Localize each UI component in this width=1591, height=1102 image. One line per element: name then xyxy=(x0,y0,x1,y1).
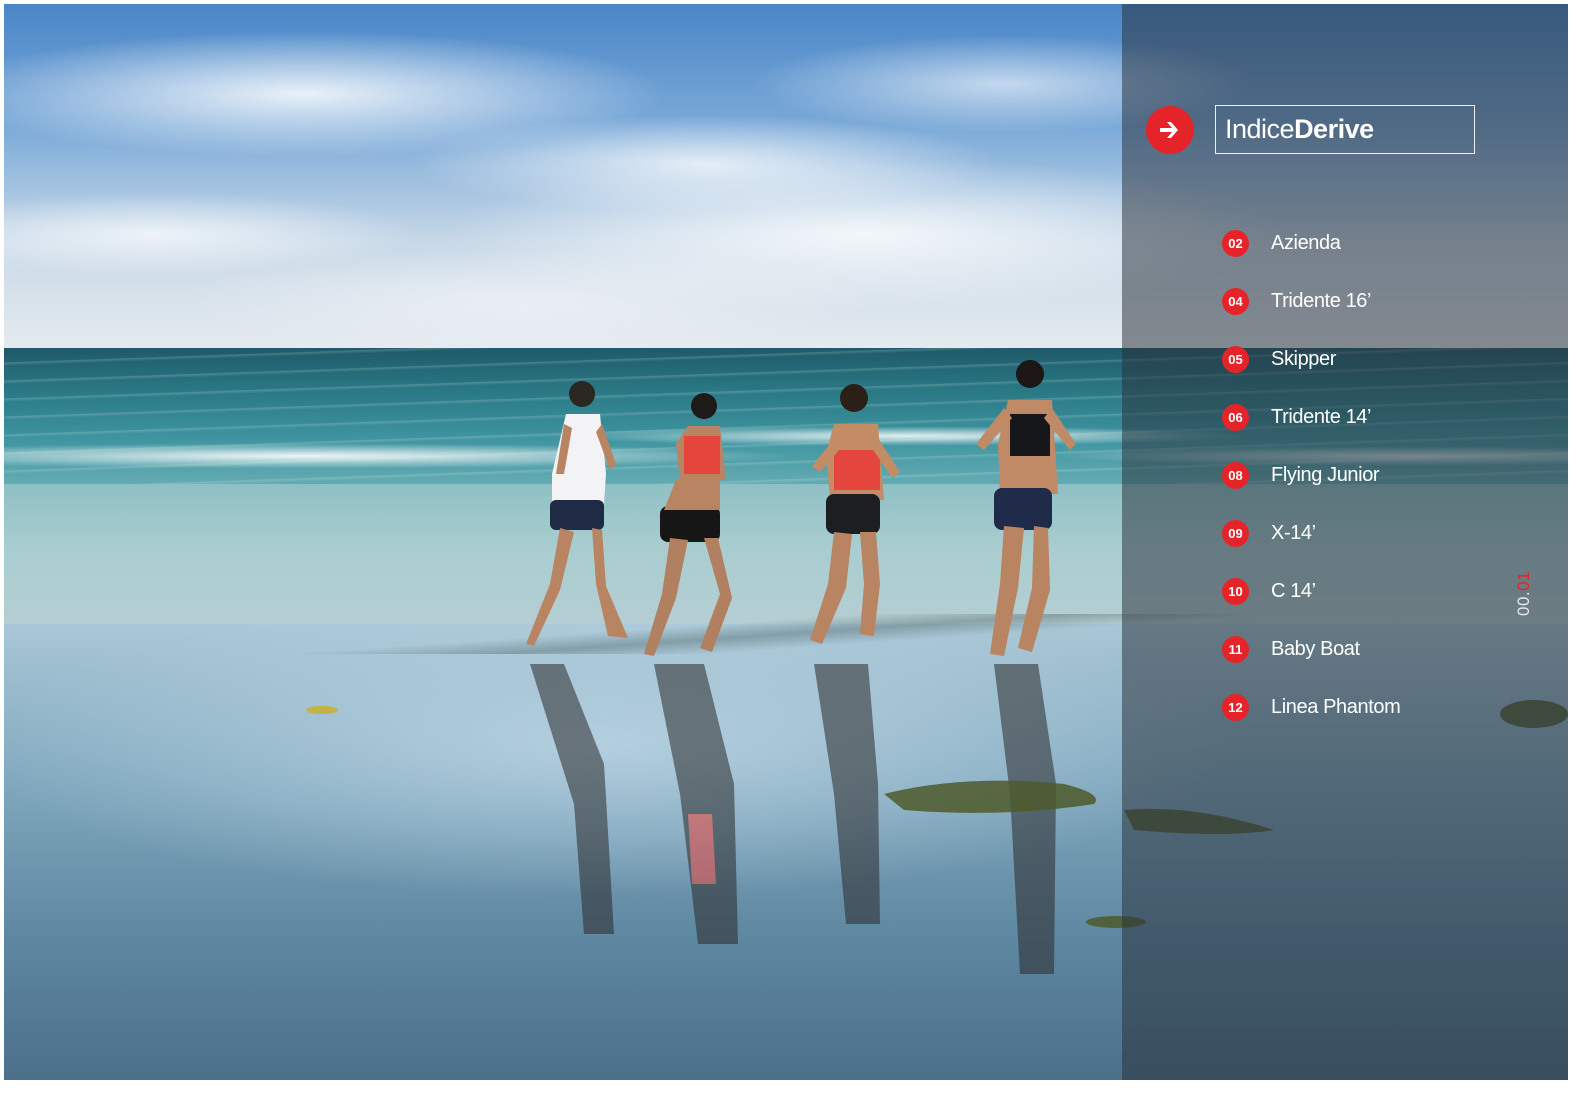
page: IndiceDerive 02 Azienda 04 Tridente 16’ … xyxy=(4,4,1568,1080)
page-code-number: 01 xyxy=(1514,570,1533,591)
page-number-badge: 12 xyxy=(1222,693,1249,721)
menu-item-label: Baby Boat xyxy=(1271,637,1360,660)
menu-item-tridente-16[interactable]: 04 Tridente 16’ xyxy=(1222,272,1400,330)
page-number-badge: 08 xyxy=(1222,461,1249,489)
index-title[interactable]: IndiceDerive xyxy=(1215,105,1475,154)
menu-item-label: Skipper xyxy=(1271,347,1337,370)
index-panel: IndiceDerive 02 Azienda 04 Tridente 16’ … xyxy=(1122,4,1568,1080)
menu-item-label: Azienda xyxy=(1271,231,1341,254)
page-number-badge: 10 xyxy=(1222,577,1249,605)
runner-4 xyxy=(976,360,1076,656)
arrow-button[interactable] xyxy=(1146,106,1194,154)
index-title-light: Indice xyxy=(1225,114,1295,144)
runner-3 xyxy=(810,384,900,644)
menu-item-x-14[interactable]: 09 X-14’ xyxy=(1222,504,1400,562)
page-number-badge: 04 xyxy=(1222,287,1249,315)
menu-item-flying-junior[interactable]: 08 Flying Junior xyxy=(1222,446,1400,504)
menu-item-c-14[interactable]: 10 C 14’ xyxy=(1222,562,1400,620)
menu-item-label: Tridente 16’ xyxy=(1271,289,1372,312)
menu-item-label: Tridente 14’ xyxy=(1271,405,1372,428)
runner-2 xyxy=(644,393,732,656)
menu-item-label: C 14’ xyxy=(1271,579,1316,602)
menu-item-baby-boat[interactable]: 11 Baby Boat xyxy=(1222,620,1400,678)
menu-item-tridente-14[interactable]: 06 Tridente 14’ xyxy=(1222,388,1400,446)
runner-1 xyxy=(526,381,628,646)
menu-item-skipper[interactable]: 05 Skipper xyxy=(1222,330,1400,388)
page-number-badge: 06 xyxy=(1222,403,1249,431)
page-number-badge: 09 xyxy=(1222,519,1249,547)
page-code: 00.01 xyxy=(1514,571,1534,616)
page-code-section: 00. xyxy=(1514,590,1533,616)
menu-item-label: X-14’ xyxy=(1271,521,1316,544)
index-title-bold: Derive xyxy=(1294,114,1374,144)
runner-reflections xyxy=(530,664,1056,974)
page-number-badge: 02 xyxy=(1222,229,1249,257)
menu-item-azienda[interactable]: 02 Azienda xyxy=(1222,214,1400,272)
page-number-badge: 11 xyxy=(1222,635,1249,663)
index-menu: 02 Azienda 04 Tridente 16’ 05 Skipper 06… xyxy=(1222,214,1401,736)
menu-item-label: Flying Junior xyxy=(1271,463,1380,486)
menu-item-label: Linea Phantom xyxy=(1271,695,1401,718)
arrow-right-icon xyxy=(1160,122,1178,138)
page-number-badge: 05 xyxy=(1222,345,1249,373)
menu-item-linea-phantom[interactable]: 12 Linea Phantom xyxy=(1222,678,1401,736)
